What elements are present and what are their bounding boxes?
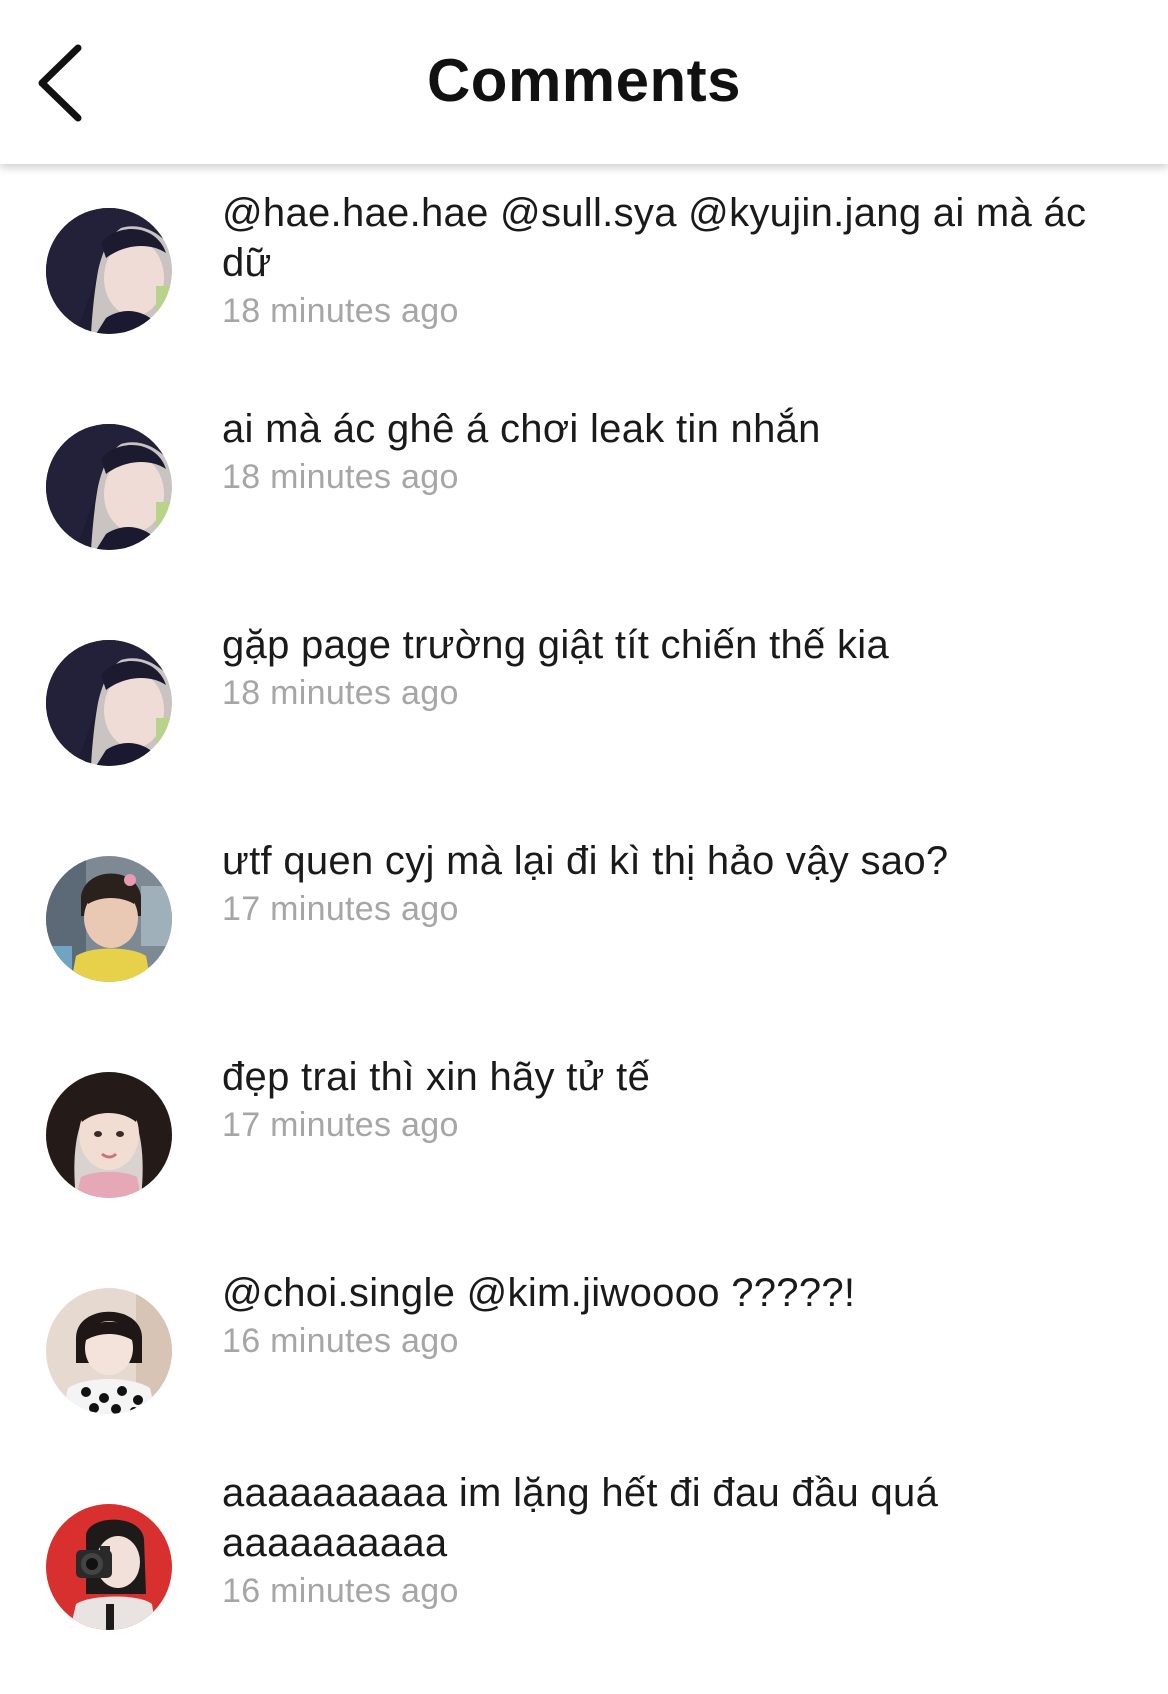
avatar[interactable]: [46, 208, 172, 334]
comment-body: gặp page trường giật tít chiến thế kia 1…: [222, 620, 1122, 714]
comment-text: @hae.hae.hae @sull.sya @kyujin.jang ai m…: [222, 191, 1087, 285]
user-avatar-image: [46, 1072, 172, 1198]
comment-timestamp: 17 minutes ago: [222, 1106, 459, 1144]
comment-text: aaaaaaaaaa im lặng hết đi đau đầu quá aa…: [222, 1471, 939, 1565]
avatar[interactable]: [46, 856, 172, 982]
avatar[interactable]: [46, 1288, 172, 1414]
comment-timestamp: 18 minutes ago: [222, 292, 459, 330]
comment-body: aaaaaaaaaa im lặng hết đi đau đầu quá aa…: [222, 1468, 1122, 1612]
comment-body: @choi.single @kim.jiwoooo ?????! 16 minu…: [222, 1268, 1122, 1362]
user-avatar-image: [46, 1504, 172, 1630]
user-avatar-image: [46, 424, 172, 550]
top-bar: Comments: [0, 0, 1168, 164]
comment-timestamp: 16 minutes ago: [222, 1322, 459, 1360]
comment-body: ai mà ác ghê á chơi leak tin nhắn 18 min…: [222, 404, 1122, 498]
avatar[interactable]: [46, 640, 172, 766]
comment-text: @choi.single @kim.jiwoooo ?????!: [222, 1271, 856, 1315]
user-avatar-image: [46, 640, 172, 766]
user-avatar-image: [46, 856, 172, 982]
user-avatar-image: [46, 1288, 172, 1414]
comment-text: đẹp trai thì xin hãy tử tế: [222, 1055, 651, 1099]
avatar[interactable]: [46, 1504, 172, 1630]
comment-timestamp: 16 minutes ago: [222, 1572, 459, 1610]
comment-body: đẹp trai thì xin hãy tử tế 17 minutes ag…: [222, 1052, 1122, 1146]
comment-text: ai mà ác ghê á chơi leak tin nhắn: [222, 407, 821, 451]
comment-body: ưtf quen cyj mà lại đi kì thị hảo vậy sa…: [222, 836, 1122, 930]
comment-text: gặp page trường giật tít chiến thế kia: [222, 623, 890, 667]
comment-timestamp: 18 minutes ago: [222, 458, 459, 496]
comments-screen: Comments @hae.hae.hae @sull.sya @kyujin.…: [0, 0, 1168, 1694]
comment-body: @hae.hae.hae @sull.sya @kyujin.jang ai m…: [222, 188, 1122, 332]
comment-timestamp: 17 minutes ago: [222, 890, 459, 928]
avatar[interactable]: [46, 1072, 172, 1198]
comment-text: ưtf quen cyj mà lại đi kì thị hảo vậy sa…: [222, 839, 949, 883]
avatar[interactable]: [46, 424, 172, 550]
comment-timestamp: 18 minutes ago: [222, 674, 459, 712]
page-title: Comments: [426, 47, 742, 114]
user-avatar-image: [46, 208, 172, 334]
